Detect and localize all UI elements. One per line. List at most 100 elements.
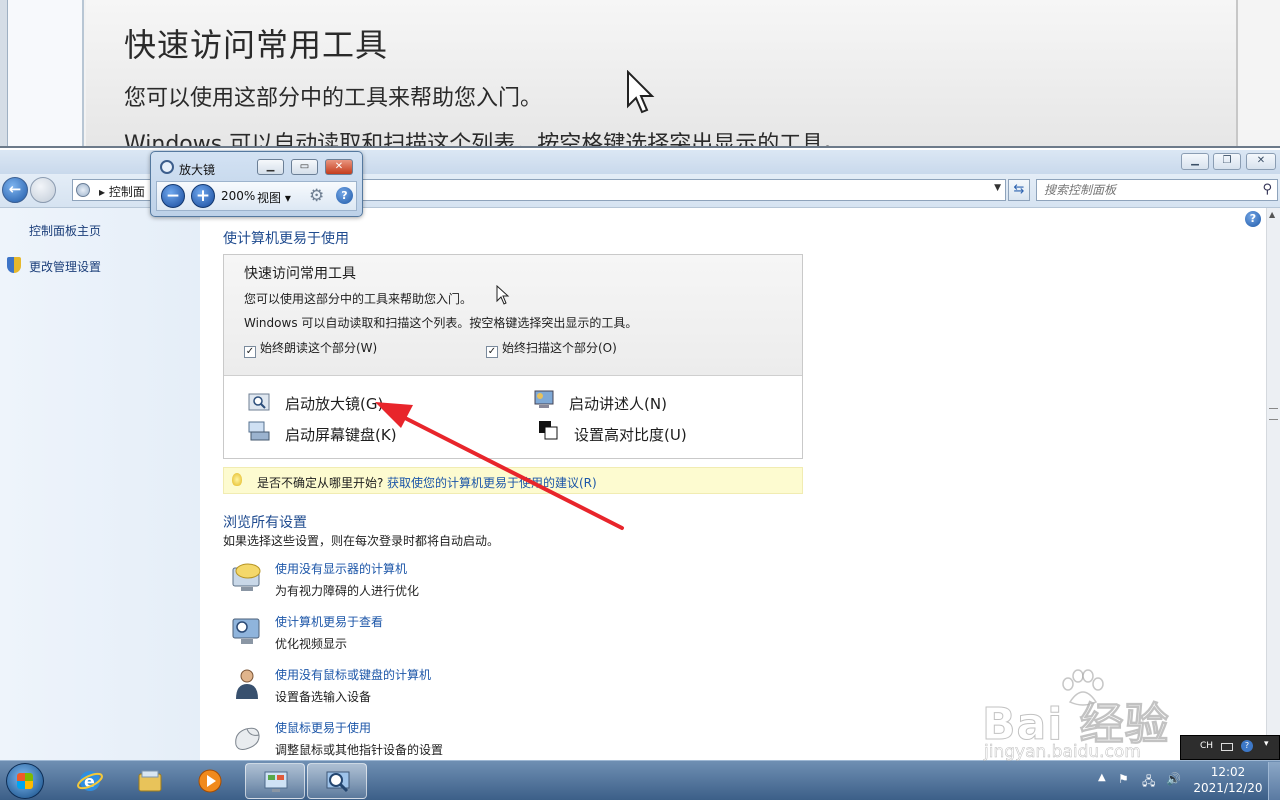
lens-line1: 您可以使用这部分中的工具来帮助您入门。 <box>124 86 543 111</box>
search-box[interactable]: ⚲ <box>1036 179 1278 201</box>
clock[interactable]: 12:02 2021/12/20 <box>1190 764 1266 796</box>
quick-access-box: 快速访问常用工具 您可以使用这部分中的工具来帮助您入门。 Windows 可以自… <box>223 254 803 459</box>
taskbar-media-player-button[interactable] <box>180 763 240 799</box>
taskbar-control-panel-button[interactable] <box>245 763 305 799</box>
zoom-in-button[interactable]: + <box>191 184 215 208</box>
control-panel-window: ▁ ❐ ✕ ← ▸ 控制面 ▼ ⇆ ⚲ 控制面板主页 更改管理设置 ? 使计算机… <box>0 150 1280 760</box>
gear-icon[interactable]: ⚙ <box>309 186 324 206</box>
setting-item-easier-to-see[interactable]: 使计算机更易于查看 优化视频显示 <box>230 613 630 657</box>
always-read-checkbox[interactable]: ✓ 始终朗读这个部分(W) <box>244 339 377 358</box>
setting-item-no-display[interactable]: 使用没有显示器的计算机 为有视力障碍的人进行优化 <box>230 560 630 604</box>
magnifier-lens-view: 快速访问常用工具 您可以使用这部分中的工具来帮助您入门。 Windows 可以自… <box>0 0 1280 148</box>
browse-settings-title: 浏览所有设置 <box>223 515 307 531</box>
magnifier-title: 放大镜 <box>179 163 216 177</box>
setting-link[interactable]: 使用没有鼠标或键盘的计算机 <box>275 666 431 683</box>
magnifier-app-icon <box>160 160 174 174</box>
address-dropdown-icon[interactable]: ▼ <box>994 183 1001 193</box>
forward-button[interactable] <box>30 177 56 203</box>
magnifier-toolbar: 放大镜 ▁ ▭ ✕ − + 200% 视图 ▾ ⚙ ? <box>150 151 363 217</box>
input-language[interactable]: CH <box>1200 741 1213 751</box>
zoom-out-button[interactable]: − <box>161 184 185 208</box>
narrator-tool-icon <box>534 390 554 408</box>
windows-logo-lower <box>17 781 33 789</box>
suggestion-text: 是否不确定从哪里开始? <box>257 476 384 490</box>
setting-item-mouse[interactable]: 使鼠标更易于使用 调整鼠标或其他指针设备的设置 <box>230 719 630 763</box>
clock-date: 2021/12/20 <box>1193 781 1263 795</box>
view-menu-button[interactable]: 视图 ▾ <box>257 189 291 206</box>
change-admin-settings-link[interactable]: 更改管理设置 <box>29 258 101 275</box>
always-scan-checkbox[interactable]: ✓ 始终扫描这个部分(O) <box>486 339 617 358</box>
media-player-icon <box>198 769 222 793</box>
checkbox-checked-icon: ✓ <box>486 346 498 358</box>
breadcrumb[interactable]: ▸ 控制面 <box>99 183 145 200</box>
suggestion-link[interactable]: 获取使您的计算机更易于使用的建议(R) <box>387 474 597 491</box>
control-panel-icon <box>264 771 288 792</box>
vertical-scrollbar[interactable]: ▲ <box>1266 208 1280 760</box>
setting-desc: 调整鼠标或其他指针设备的设置 <box>275 743 444 757</box>
volume-icon[interactable]: 🔊 <box>1166 772 1181 786</box>
language-bar: CH ? ▾ <box>1180 735 1280 760</box>
control-panel-home-link[interactable]: 控制面板主页 <box>29 222 101 239</box>
help-icon[interactable]: ? <box>1241 740 1253 752</box>
refresh-button[interactable]: ⇆ <box>1008 179 1030 201</box>
magnifier-tool-icon <box>248 393 270 411</box>
taskbar-explorer-button[interactable] <box>120 763 180 799</box>
control-panel-icon <box>76 183 90 197</box>
mouse-cursor-icon <box>496 285 510 305</box>
clock-time: 12:02 <box>1210 765 1246 779</box>
lightbulb-icon <box>232 473 242 486</box>
back-button[interactable]: ← <box>2 177 28 203</box>
start-onscreen-keyboard-link[interactable]: 启动屏幕键盘(K) <box>285 424 397 445</box>
taskbar-ie-button[interactable]: e <box>60 763 120 799</box>
shield-icon <box>7 257 21 273</box>
person-icon <box>236 669 258 699</box>
action-center-flag-icon[interactable]: ⚑ <box>1118 772 1129 786</box>
start-narrator-link[interactable]: 启动讲述人(N) <box>569 393 667 414</box>
close-button[interactable]: ✕ <box>1246 153 1276 170</box>
maximize-button[interactable]: ❐ <box>1213 153 1241 170</box>
setting-desc: 为有视力障碍的人进行优化 <box>275 584 420 598</box>
search-input[interactable] <box>1037 180 1247 200</box>
browse-settings-desc: 如果选择这些设置，则在每次登录时都将自动启动。 <box>223 534 500 548</box>
taskbar-magnifier-button[interactable] <box>307 763 367 799</box>
monitor-speech-icon <box>232 563 261 591</box>
taskbar: e <box>0 760 1280 800</box>
lens-cursor-icon <box>627 70 655 114</box>
lens-left-edge <box>0 0 8 146</box>
quick-access-desc2: Windows 可以自动读取和扫描这个列表。按空格键选择突出显示的工具。 <box>244 316 638 330</box>
set-high-contrast-link[interactable]: 设置高对比度(U) <box>574 424 687 445</box>
magnifier-controls: − + 200% 视图 ▾ ⚙ ? <box>156 181 357 211</box>
magnifier-icon <box>326 771 350 793</box>
setting-link[interactable]: 使鼠标更易于使用 <box>275 719 371 736</box>
setting-link[interactable]: 使计算机更易于查看 <box>275 613 383 630</box>
expand-arrow-icon[interactable]: ▾ <box>1264 739 1269 749</box>
show-hidden-icons-icon[interactable]: ▲ <box>1098 772 1106 783</box>
search-icon[interactable]: ⚲ <box>1262 182 1272 197</box>
folder-icon <box>138 770 162 792</box>
system-tray: ▲ ⚑ 🖧 🔊 <box>1096 768 1186 792</box>
magnifier-restore-button[interactable]: ▭ <box>291 159 318 175</box>
internet-explorer-icon: e <box>77 771 103 791</box>
setting-item-no-mouse-keyboard[interactable]: 使用没有鼠标或键盘的计算机 设置备选输入设备 <box>230 666 630 710</box>
show-desktop-button[interactable] <box>1268 762 1280 800</box>
lens-left-pane <box>8 0 84 146</box>
magnifier-close-button[interactable]: ✕ <box>325 159 353 175</box>
setting-desc: 优化视频显示 <box>275 637 348 651</box>
mouse-icon <box>235 727 260 750</box>
zoom-level: 200% <box>221 189 256 203</box>
lens-right-area <box>1236 0 1280 146</box>
setting-link[interactable]: 使用没有显示器的计算机 <box>275 560 407 577</box>
minimize-button[interactable]: ▁ <box>1181 153 1209 170</box>
scroll-up-icon[interactable]: ▲ <box>1269 210 1275 219</box>
keyboard-icon[interactable] <box>1221 743 1233 751</box>
help-icon[interactable]: ? <box>336 187 353 204</box>
on-screen-keyboard-icon <box>248 421 270 441</box>
start-magnifier-link[interactable]: 启动放大镜(G) <box>285 393 383 414</box>
scroll-thumb[interactable] <box>1269 408 1278 420</box>
quick-access-desc1: 您可以使用这部分中的工具来帮助您入门。 <box>244 292 473 306</box>
help-icon[interactable]: ? <box>1245 211 1261 227</box>
network-icon[interactable]: 🖧 <box>1142 772 1155 793</box>
magnifier-minimize-button[interactable]: ▁ <box>257 159 284 175</box>
start-button[interactable] <box>6 763 44 799</box>
checkbox-checked-icon: ✓ <box>244 346 256 358</box>
